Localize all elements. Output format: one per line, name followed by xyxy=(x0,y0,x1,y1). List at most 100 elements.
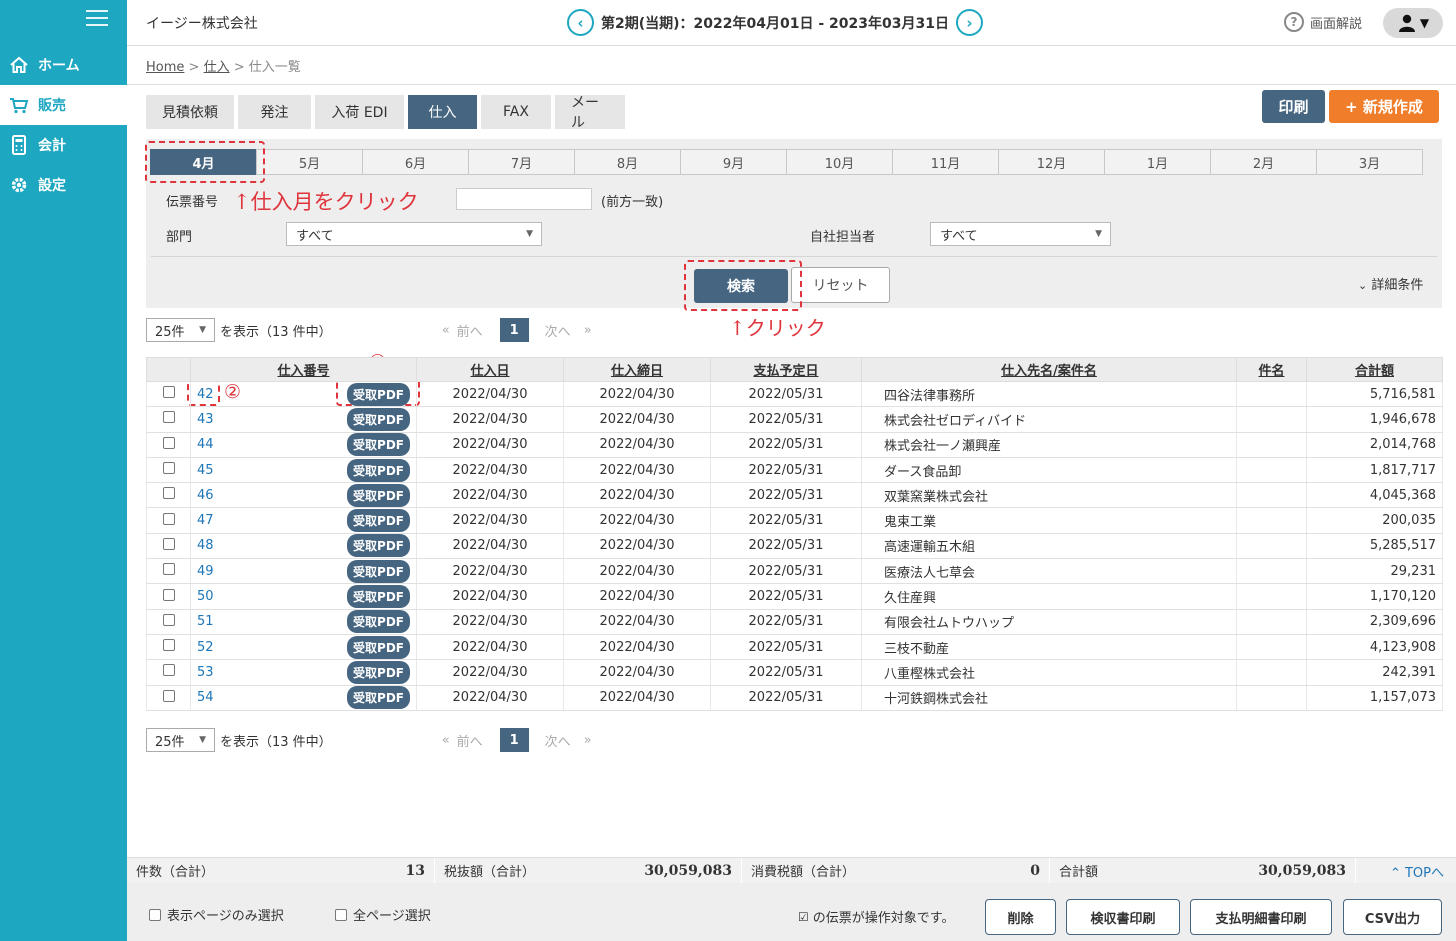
prev-period-button[interactable]: ‹ xyxy=(567,9,594,36)
header-payment-date[interactable]: 支払予定日 xyxy=(710,357,862,382)
purchase-no-link[interactable]: 47 xyxy=(197,513,214,528)
new-create-button[interactable]: + 新規作成 xyxy=(1329,90,1439,123)
received-pdf-button[interactable]: 受取PDF xyxy=(347,382,410,406)
received-pdf-button[interactable]: 受取PDF xyxy=(347,483,410,507)
reset-button[interactable]: リセット xyxy=(791,267,890,303)
table-row[interactable]: 43 受取PDF 2022/04/30 2022/04/30 2022/05/31 株式会… xyxy=(146,406,1443,433)
next-period-button[interactable]: › xyxy=(955,9,983,36)
month-tab-jan[interactable]: 1月 xyxy=(1104,149,1211,175)
inspection-print-button[interactable]: 検収書印刷 xyxy=(1066,899,1180,935)
row-checkbox[interactable] xyxy=(162,563,175,576)
month-tab-nov[interactable]: 11月 xyxy=(892,149,999,175)
tab-purchase[interactable]: 仕入 xyxy=(408,95,477,129)
row-checkbox[interactable] xyxy=(162,588,175,601)
per-page-select[interactable]: 25件 ▼ xyxy=(146,728,215,752)
table-row[interactable]: 42 受取PDF 2022/04/30 2022/04/30 2022/05/31 四谷法… xyxy=(146,381,1443,408)
row-checkbox[interactable] xyxy=(162,639,175,652)
tab-mail[interactable]: メール xyxy=(555,95,625,131)
hamburger-menu-icon[interactable] xyxy=(86,10,108,28)
pager-prev[interactable]: 前へ xyxy=(457,321,483,340)
month-tab-may[interactable]: 5月 xyxy=(256,149,363,175)
purchase-no-link[interactable]: 46 xyxy=(197,488,214,503)
help-button[interactable]: ? 画面解説 xyxy=(1284,12,1362,32)
table-row[interactable]: 46 受取PDF 2022/04/30 2022/04/30 2022/05/31 双葉窯… xyxy=(146,482,1443,509)
pager-last[interactable]: » xyxy=(584,733,592,748)
sidebar-item-settings[interactable]: 設定 xyxy=(0,165,127,205)
header-purchase-date[interactable]: 仕入日 xyxy=(416,357,564,382)
sidebar-item-sales[interactable]: 販売 xyxy=(0,85,127,125)
delete-button[interactable]: 削除 xyxy=(985,899,1056,935)
received-pdf-button[interactable]: 受取PDF xyxy=(347,610,410,634)
header-subject[interactable]: 件名 xyxy=(1236,357,1307,382)
table-row[interactable]: 51 受取PDF 2022/04/30 2022/04/30 2022/05/31 有限会… xyxy=(146,609,1443,635)
purchase-no-link[interactable]: 52 xyxy=(197,640,214,655)
purchase-no-link[interactable]: 50 xyxy=(197,589,214,604)
row-checkbox[interactable] xyxy=(162,613,175,626)
header-total[interactable]: 合計額 xyxy=(1306,357,1443,382)
purchase-no-link[interactable]: 51 xyxy=(197,614,214,629)
csv-export-button[interactable]: CSV出力 xyxy=(1343,899,1442,935)
row-checkbox[interactable] xyxy=(162,436,175,449)
tab-fax[interactable]: FAX xyxy=(481,95,551,129)
checkbox[interactable] xyxy=(149,908,161,921)
table-row[interactable]: 47 受取PDF 2022/04/30 2022/04/30 2022/05/31 鬼束工… xyxy=(146,507,1443,534)
pager-first[interactable]: « xyxy=(442,323,450,338)
breadcrumb-home-link[interactable]: Home xyxy=(146,60,184,75)
header-close-date[interactable]: 仕入締日 xyxy=(563,357,711,382)
select-all-checkbox[interactable]: 全ページ選択 xyxy=(335,905,431,924)
row-checkbox[interactable] xyxy=(162,537,175,550)
sidebar-item-accounting[interactable]: 会計 xyxy=(0,125,127,165)
row-checkbox[interactable] xyxy=(162,411,175,424)
received-pdf-button[interactable]: 受取PDF xyxy=(347,585,410,609)
purchase-no-link[interactable]: 42 xyxy=(197,387,214,402)
month-tab-sep[interactable]: 9月 xyxy=(680,149,787,175)
row-checkbox[interactable] xyxy=(162,487,175,500)
purchase-no-link[interactable]: 53 xyxy=(197,665,214,680)
purchase-no-link[interactable]: 48 xyxy=(197,538,214,553)
received-pdf-button[interactable]: 受取PDF xyxy=(347,660,410,684)
pager-first[interactable]: « xyxy=(442,733,450,748)
received-pdf-button[interactable]: 受取PDF xyxy=(347,458,410,482)
tab-receiving-edi[interactable]: 入荷 EDI xyxy=(315,95,404,129)
purchase-no-link[interactable]: 43 xyxy=(197,412,214,427)
print-button[interactable]: 印刷 xyxy=(1262,90,1325,123)
received-pdf-button[interactable]: 受取PDF xyxy=(347,635,410,659)
purchase-no-link[interactable]: 44 xyxy=(197,437,214,452)
purchase-no-link[interactable]: 54 xyxy=(197,690,214,705)
purchase-no-link[interactable]: 45 xyxy=(197,463,214,478)
table-row[interactable]: 54 受取PDF 2022/04/30 2022/04/30 2022/05/31 十河鉄… xyxy=(146,685,1443,711)
back-to-top-button[interactable]: ⌃ TOPへ xyxy=(1390,862,1444,881)
received-pdf-button[interactable]: 受取PDF xyxy=(347,509,410,533)
row-checkbox[interactable] xyxy=(162,689,175,702)
staff-select[interactable]: すべて ▼ xyxy=(930,222,1111,246)
table-row[interactable]: 44 受取PDF 2022/04/30 2022/04/30 2022/05/31 株式会… xyxy=(146,432,1443,458)
month-tab-aug[interactable]: 8月 xyxy=(574,149,681,175)
row-checkbox[interactable] xyxy=(162,462,175,475)
search-button[interactable]: 検索 xyxy=(694,269,788,303)
table-row[interactable]: 45 受取PDF 2022/04/30 2022/04/30 2022/05/31 ダース… xyxy=(146,457,1443,484)
received-pdf-button[interactable]: 受取PDF xyxy=(347,534,410,558)
user-menu-button[interactable]: ▼ xyxy=(1383,8,1443,38)
pager-current-page[interactable]: 1 xyxy=(499,728,529,752)
tab-quote-request[interactable]: 見積依頼 xyxy=(146,95,234,129)
table-row[interactable]: 48 受取PDF 2022/04/30 2022/04/30 2022/05/31 高速運… xyxy=(146,533,1443,560)
table-row[interactable]: 52 受取PDF 2022/04/30 2022/04/30 2022/05/31 三枝不… xyxy=(146,634,1443,661)
select-page-checkbox[interactable]: 表示ページのみ選択 xyxy=(149,905,284,924)
month-tab-mar[interactable]: 3月 xyxy=(1316,149,1423,175)
pager-prev[interactable]: 前へ xyxy=(457,731,483,750)
department-select[interactable]: すべて ▼ xyxy=(286,222,542,246)
slip-number-input[interactable] xyxy=(456,188,592,210)
month-tab-apr[interactable]: 4月 xyxy=(150,149,257,175)
detail-conditions-toggle[interactable]: ⌄ 詳細条件 xyxy=(1358,274,1423,293)
month-tab-dec[interactable]: 12月 xyxy=(998,149,1105,175)
checkbox[interactable] xyxy=(335,908,347,921)
pager-next[interactable]: 次へ xyxy=(545,321,571,340)
payment-statement-print-button[interactable]: 支払明細書印刷 xyxy=(1190,899,1332,935)
purchase-no-link[interactable]: 49 xyxy=(197,564,214,579)
tab-order[interactable]: 発注 xyxy=(238,95,311,129)
table-row[interactable]: 53 受取PDF 2022/04/30 2022/04/30 2022/05/31 八重樫… xyxy=(146,659,1443,686)
breadcrumb-purchase-link[interactable]: 仕入 xyxy=(204,60,230,75)
month-tab-oct[interactable]: 10月 xyxy=(786,149,893,175)
table-row[interactable]: 49 受取PDF 2022/04/30 2022/04/30 2022/05/31 医療法… xyxy=(146,558,1443,585)
row-checkbox[interactable] xyxy=(162,512,175,525)
